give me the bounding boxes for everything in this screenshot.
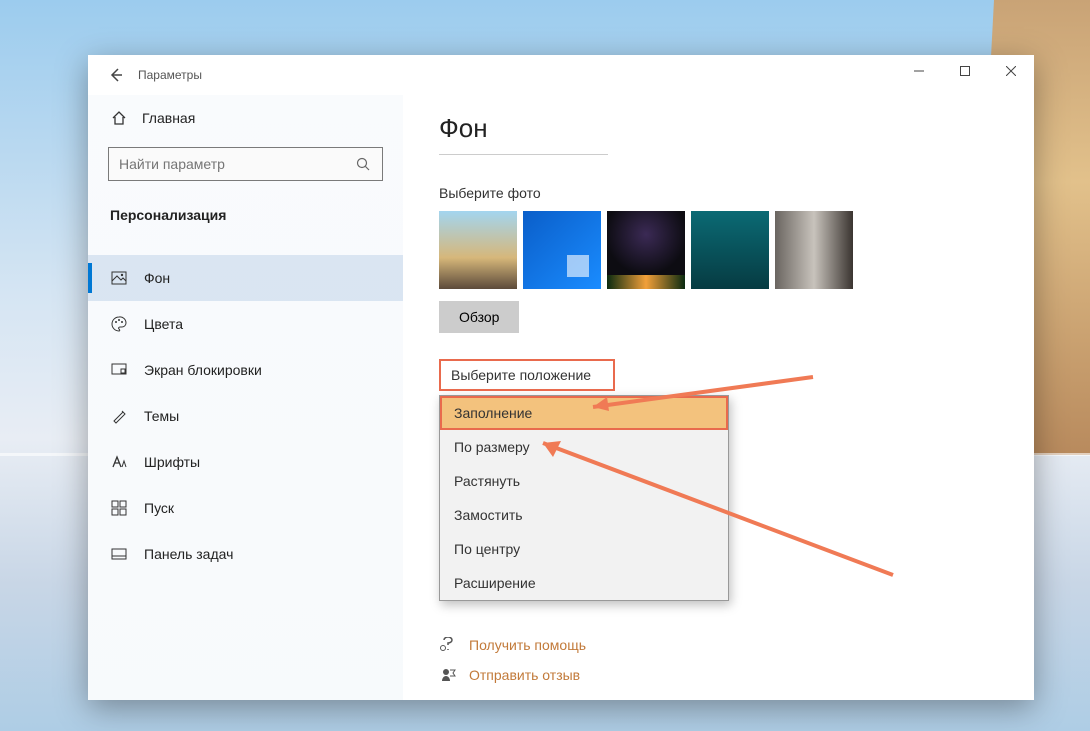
fonts-icon [110, 453, 128, 471]
nav-item-taskbar[interactable]: Панель задач [88, 531, 403, 577]
nav-item-fonts[interactable]: Шрифты [88, 439, 403, 485]
photo-thumbnails [439, 211, 998, 289]
nav-label: Цвета [144, 316, 183, 332]
home-nav[interactable]: Главная [88, 99, 403, 137]
photo-thumb[interactable] [523, 211, 601, 289]
dropdown-option-tile[interactable]: Замостить [440, 498, 728, 532]
dropdown-option-center[interactable]: По центру [440, 532, 728, 566]
position-dropdown[interactable]: Заполнение По размеру Растянуть Замостит… [439, 395, 729, 601]
sidebar: Главная Персонализация Фон Цве [88, 95, 403, 700]
picture-icon [110, 269, 128, 287]
page-title: Фон [439, 113, 608, 155]
feedback-link[interactable]: Отправить отзыв [439, 666, 586, 684]
help-link-label: Получить помощь [469, 637, 586, 653]
feedback-icon [439, 666, 457, 684]
choose-photo-label: Выберите фото [439, 185, 998, 201]
search-input[interactable] [119, 156, 334, 172]
dropdown-option-span[interactable]: Расширение [440, 566, 728, 600]
lockscreen-icon [110, 361, 128, 379]
nav-item-start[interactable]: Пуск [88, 485, 403, 531]
nav-label: Фон [144, 270, 170, 286]
back-button[interactable] [100, 59, 132, 91]
home-label: Главная [142, 110, 195, 126]
photo-thumb[interactable] [691, 211, 769, 289]
start-icon [110, 499, 128, 517]
nav-label: Шрифты [144, 454, 200, 470]
browse-button[interactable]: Обзор [439, 301, 519, 333]
palette-icon [110, 315, 128, 333]
search-input-wrap[interactable] [108, 147, 383, 181]
close-button[interactable] [988, 55, 1034, 87]
nav-label: Панель задач [144, 546, 233, 562]
dropdown-option-fit[interactable]: По размеру [440, 430, 728, 464]
category-title: Персонализация [88, 185, 403, 231]
nav-label: Пуск [144, 500, 174, 516]
settings-window: Параметры Главная Пе [88, 55, 1034, 700]
nav-list: Фон Цвета Экран блокировки Темы Шрифты [88, 255, 403, 577]
maximize-button[interactable] [942, 55, 988, 87]
nav-label: Темы [144, 408, 179, 424]
back-arrow-icon [108, 67, 124, 83]
titlebar: Параметры [88, 55, 1034, 95]
nav-item-colors[interactable]: Цвета [88, 301, 403, 347]
home-icon [110, 109, 128, 127]
window-title: Параметры [138, 68, 202, 82]
photo-thumb[interactable] [775, 211, 853, 289]
dropdown-option-stretch[interactable]: Растянуть [440, 464, 728, 498]
feedback-link-label: Отправить отзыв [469, 667, 580, 683]
taskbar-icon [110, 545, 128, 563]
themes-icon [110, 407, 128, 425]
minimize-button[interactable] [896, 55, 942, 87]
nav-item-background[interactable]: Фон [88, 255, 403, 301]
photo-thumb[interactable] [439, 211, 517, 289]
window-controls [896, 55, 1034, 87]
search-icon [354, 155, 372, 173]
dropdown-option-fill[interactable]: Заполнение [440, 396, 728, 430]
choose-position-label: Выберите положение [439, 359, 615, 391]
nav-item-themes[interactable]: Темы [88, 393, 403, 439]
content-area: Фон Выберите фото Обзор Выберите положен… [403, 95, 1034, 700]
get-help-link[interactable]: Получить помощь [439, 636, 586, 654]
help-icon [439, 636, 457, 654]
nav-label: Экран блокировки [144, 362, 262, 378]
nav-item-lockscreen[interactable]: Экран блокировки [88, 347, 403, 393]
photo-thumb[interactable] [607, 211, 685, 289]
